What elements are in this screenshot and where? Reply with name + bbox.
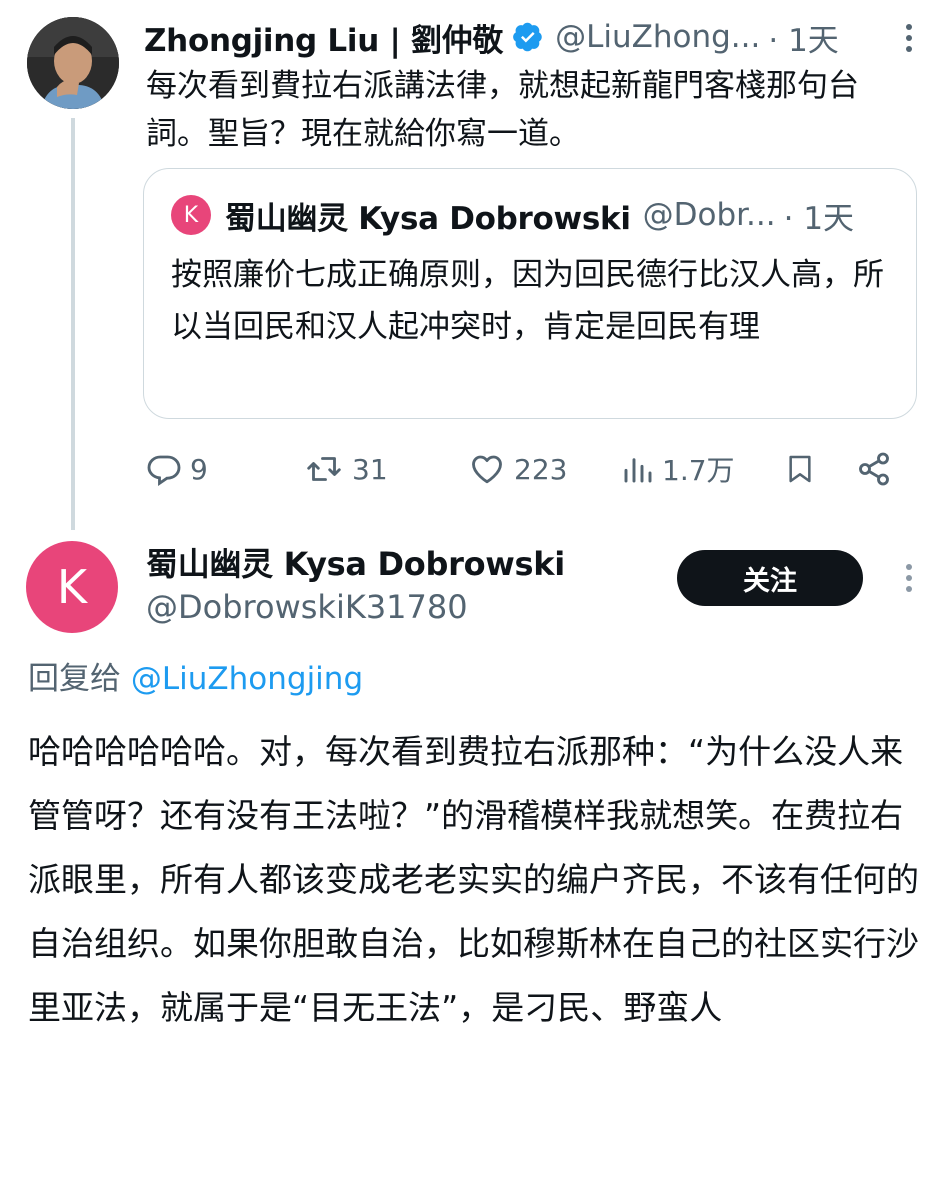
tweet-time[interactable]: · 1天: [768, 15, 838, 60]
reply-author-name[interactable]: 蜀山幽灵 Kysa Dobrowski: [146, 541, 565, 587]
avatar-photo: [27, 17, 119, 109]
reply-icon: [147, 455, 181, 486]
retweet-button[interactable]: 31: [304, 444, 388, 494]
bookmark-button[interactable]: [784, 444, 816, 494]
retweet-icon: [307, 457, 341, 481]
quoted-tweet-card[interactable]: K 蜀山幽灵 Kysa Dobrowski @Dobr... · 1天 按照廉价…: [143, 168, 917, 419]
share-button[interactable]: [856, 444, 892, 494]
replying-to: 回复给 @LiuZhongjing: [28, 656, 363, 702]
views-button[interactable]: 1.7万: [622, 444, 735, 494]
tweet-action-bar: 9 31 223 1.7万: [146, 444, 906, 494]
thread-connector-line: [71, 118, 75, 530]
quoted-tweet-text: 按照廉价七成正确原则，因为回民德行比汉人高，所以当回民和汉人起冲突时，肯定是回民…: [171, 257, 884, 345]
retweet-count: 31: [352, 452, 388, 486]
reply-avatar[interactable]: K: [26, 541, 118, 633]
like-count: 223: [514, 452, 568, 486]
replying-to-label: 回复给: [28, 661, 121, 697]
author-handle[interactable]: @LiuZhong...: [555, 19, 760, 55]
replying-to-mention-link[interactable]: @LiuZhongjing: [131, 661, 363, 697]
bookmark-icon: [789, 455, 811, 483]
avatar[interactable]: [27, 17, 119, 109]
reply-count: 9: [190, 452, 208, 486]
author-name[interactable]: Zhongjing Liu | 劉仲敬: [144, 15, 503, 60]
views-chart-icon: [624, 458, 652, 483]
reply-tweet-text: 哈哈哈哈哈哈。对，每次看到费拉右派那种：“为什么没人来管管呀？还有没有王法啦？”…: [28, 732, 919, 1027]
verified-badge-icon: [513, 22, 542, 52]
share-icon: [859, 452, 889, 486]
more-options-icon[interactable]: [904, 22, 914, 54]
reply-author-handle[interactable]: @DobrowskiK31780: [146, 584, 468, 630]
tweet-text: 每次看到費拉右派講法律，就想起新龍門客棧那句台詞。聖旨？現在就給你寫一道。: [146, 68, 859, 152]
quoted-avatar: K: [171, 195, 211, 235]
like-button[interactable]: 223: [468, 444, 567, 494]
reply-button[interactable]: 9: [146, 444, 208, 494]
quoted-tweet-header: K 蜀山幽灵 Kysa Dobrowski @Dobr... · 1天: [171, 193, 854, 237]
quoted-author-handle: @Dobr...: [642, 197, 776, 233]
tweet-header: Zhongjing Liu | 劉仲敬 @LiuZhong... · 1天: [144, 14, 839, 60]
quoted-tweet-time: · 1天: [783, 200, 855, 237]
views-count: 1.7万: [662, 454, 735, 487]
follow-button[interactable]: 关注: [677, 550, 863, 606]
heart-icon: [472, 455, 502, 484]
more-options-icon[interactable]: [904, 562, 914, 594]
quoted-author-name: 蜀山幽灵 Kysa Dobrowski: [225, 200, 631, 237]
